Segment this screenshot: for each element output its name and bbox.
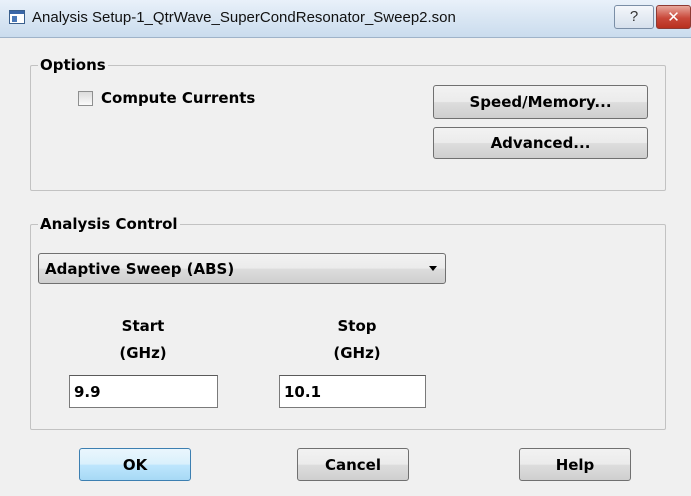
window-title: Analysis Setup-1_QtrWave_SuperCondResona… <box>32 9 456 26</box>
start-label-unit: (GHz) <box>119 344 167 362</box>
stop-label: Stop (GHz) <box>282 313 432 367</box>
start-frequency-input[interactable] <box>69 375 218 408</box>
stop-label-unit: (GHz) <box>333 344 381 362</box>
sweep-type-dropdown[interactable]: Adaptive Sweep (ABS) <box>38 253 446 284</box>
question-mark-icon: ? <box>629 8 639 25</box>
sweep-type-value: Adaptive Sweep (ABS) <box>45 260 235 278</box>
title-bar: Analysis Setup-1_QtrWave_SuperCondResona… <box>0 0 691 38</box>
help-button[interactable]: Help <box>519 448 631 481</box>
close-icon: ✕ <box>667 8 680 26</box>
chevron-down-icon <box>429 266 437 271</box>
analysis-control-group-label: Analysis Control <box>38 215 180 233</box>
advanced-button[interactable]: Advanced... <box>433 127 648 159</box>
close-button[interactable]: ✕ <box>656 5 691 29</box>
help-titlebar-button[interactable]: ? <box>614 5 654 29</box>
compute-currents-checkbox[interactable] <box>78 91 93 106</box>
compute-currents-label: Compute Currents <box>101 89 256 107</box>
stop-frequency-input[interactable] <box>279 375 426 408</box>
start-label: Start (GHz) <box>68 313 218 367</box>
options-group-label: Options <box>38 56 108 74</box>
app-icon <box>9 10 25 24</box>
speed-memory-button[interactable]: Speed/Memory... <box>433 85 648 119</box>
stop-label-line1: Stop <box>337 317 377 335</box>
cancel-button[interactable]: Cancel <box>297 448 409 481</box>
start-label-line1: Start <box>121 317 165 335</box>
ok-button[interactable]: OK <box>79 448 191 481</box>
